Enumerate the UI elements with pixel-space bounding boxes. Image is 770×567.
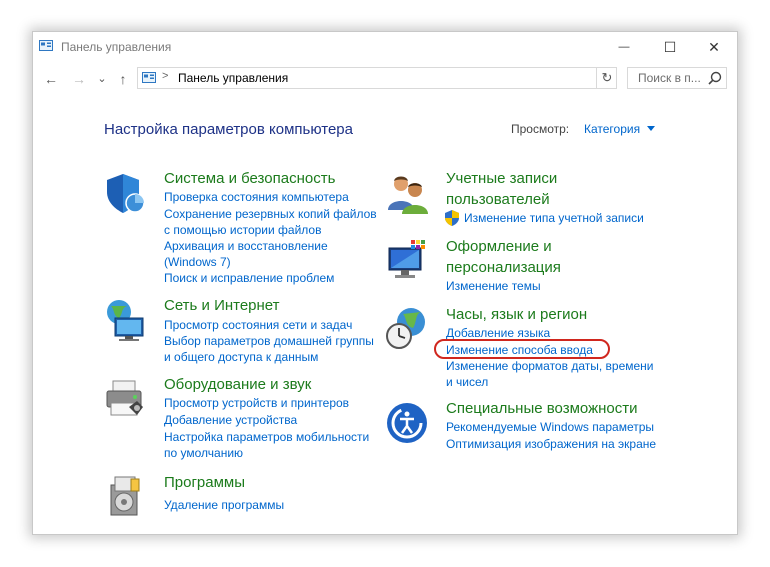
- link-backup-restore-cont[interactable]: (Windows 7): [164, 254, 231, 270]
- user-accounts-icon[interactable]: [385, 172, 429, 216]
- minimize-button[interactable]: —: [601, 32, 647, 62]
- link-recommended-settings[interactable]: Рекомендуемые Windows параметры: [446, 419, 654, 435]
- link-homegroup-options[interactable]: Выбор параметров домашней группы: [164, 333, 374, 349]
- clock-globe-icon[interactable]: [385, 306, 429, 350]
- control-panel-icon: [39, 40, 53, 51]
- recent-locations-dropdown[interactable]: ⌄: [95, 69, 109, 89]
- control-panel-icon: [142, 72, 156, 83]
- category-hardware-sound[interactable]: Оборудование и звук: [164, 374, 311, 395]
- up-button[interactable]: ↑: [113, 69, 133, 89]
- view-by-label: Просмотр:: [511, 122, 570, 136]
- uac-shield-icon: [445, 210, 459, 226]
- link-homegroup-options-cont[interactable]: и общего доступа к данным: [164, 349, 318, 365]
- link-add-device[interactable]: Добавление устройства: [164, 412, 297, 428]
- ease-of-access-icon[interactable]: [385, 401, 429, 445]
- back-button[interactable]: ←: [41, 69, 61, 89]
- category-programs[interactable]: Программы: [164, 472, 245, 493]
- search-icon[interactable]: [708, 71, 722, 85]
- category-clock-language-region[interactable]: Часы, язык и регион: [446, 304, 587, 325]
- link-uninstall-program[interactable]: Удаление программы: [164, 497, 284, 513]
- link-devices-printers[interactable]: Просмотр устройств и принтеров: [164, 395, 349, 411]
- breadcrumb[interactable]: Панель управления: [178, 71, 288, 85]
- category-user-accounts[interactable]: Учетные записи: [446, 168, 557, 189]
- page-title: Настройка параметров компьютера: [104, 121, 353, 138]
- control-panel-window: Панель управления — ☐ ✕ ← → ⌄ ↑ > Панель…: [32, 31, 738, 535]
- category-appearance[interactable]: Оформление и: [446, 236, 552, 257]
- highlight-oval: [434, 339, 610, 359]
- breadcrumb-separator[interactable]: >: [162, 70, 168, 82]
- link-change-account-type[interactable]: Изменение типа учетной записи: [464, 210, 644, 226]
- link-network-status[interactable]: Просмотр состояния сети и задач: [164, 317, 352, 333]
- network-globe-icon[interactable]: [103, 298, 147, 342]
- link-change-theme[interactable]: Изменение темы: [446, 278, 541, 294]
- category-appearance-line2[interactable]: персонализация: [446, 257, 561, 278]
- navigation-bar: ← → ⌄ ↑ > Панель управления ↻ Поиск в п.…: [33, 64, 737, 94]
- refresh-button[interactable]: ↻: [596, 68, 617, 88]
- appearance-monitor-icon[interactable]: [385, 238, 429, 282]
- address-bar[interactable]: > Панель управления ↻: [137, 67, 617, 89]
- link-change-date-formats[interactable]: Изменение форматов даты, времени: [446, 358, 654, 374]
- category-ease-of-access[interactable]: Специальные возможности: [446, 398, 638, 419]
- search-box[interactable]: Поиск в п...: [627, 67, 727, 89]
- title-bar: Панель управления — ☐ ✕: [33, 32, 737, 62]
- printer-icon[interactable]: [103, 377, 147, 421]
- chevron-down-icon[interactable]: [647, 126, 655, 131]
- link-mobility-settings[interactable]: Настройка параметров мобильности: [164, 429, 369, 445]
- link-check-computer-status[interactable]: Проверка состояния компьютера: [164, 189, 349, 205]
- view-by-dropdown[interactable]: Категория: [584, 122, 640, 136]
- window-title: Панель управления: [61, 40, 172, 54]
- close-button[interactable]: ✕: [691, 32, 737, 62]
- maximize-button[interactable]: ☐: [647, 32, 693, 62]
- programs-icon[interactable]: [103, 473, 147, 517]
- link-mobility-settings-cont[interactable]: по умолчанию: [164, 445, 243, 461]
- link-file-history-backup-cont[interactable]: с помощью истории файлов: [164, 222, 321, 238]
- search-input[interactable]: Поиск в п...: [638, 71, 701, 85]
- category-system-security[interactable]: Система и безопасность: [164, 168, 335, 189]
- category-user-accounts-line2[interactable]: пользователей: [446, 189, 550, 210]
- link-backup-restore[interactable]: Архивация и восстановление: [164, 238, 328, 254]
- forward-button[interactable]: →: [69, 69, 89, 89]
- link-change-date-formats-cont[interactable]: и чисел: [446, 374, 488, 390]
- link-optimize-display[interactable]: Оптимизация изображения на экране: [446, 436, 656, 452]
- category-network-internet[interactable]: Сеть и Интернет: [164, 295, 280, 316]
- link-file-history-backup[interactable]: Сохранение резервных копий файлов: [164, 206, 377, 222]
- shield-icon[interactable]: [103, 172, 147, 216]
- link-troubleshoot[interactable]: Поиск и исправление проблем: [164, 270, 334, 286]
